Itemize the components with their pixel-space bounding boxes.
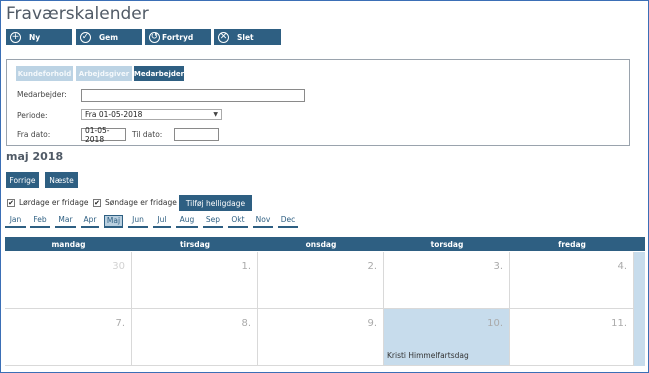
weekday-torsdag: torsdag [430,239,464,249]
add-holidays-button[interactable]: Tilføj helligdage [179,195,252,211]
month-tab-maj[interactable]: Maj [104,215,123,228]
undo-button[interactable]: ↺ Fortryd [145,29,211,45]
sunday-checkbox-label: Søndage er fridage [105,198,177,207]
day-cell[interactable]: 7. [5,309,132,366]
next-button[interactable]: Næste [45,172,78,188]
undo-icon: ↺ [149,31,160,43]
month-tab-nov[interactable]: Nov [253,215,273,228]
check-icon: ✓ [80,31,91,43]
to-date-input[interactable] [174,128,219,141]
day-cell[interactable]: 2. [258,252,384,309]
from-date-label: Fra dato: [17,130,51,139]
weekday-header: mandag tirsdag onsdag torsdag fredag [5,237,645,251]
new-button[interactable]: + Ny [6,29,72,45]
holiday-event: Kristi Himmelfartsdag [387,351,469,360]
checkbox-checked-icon: ✔ [7,198,15,207]
day-number: 30 [112,261,125,272]
day-number: 10. [487,318,503,329]
period-select[interactable]: Fra 01-05-2018 ▼ [81,109,222,120]
to-date-label: Til dato: [132,130,163,139]
period-label: Periode: [17,111,48,120]
employee-input[interactable] [81,89,305,102]
delete-icon: ✕ [218,31,229,43]
plus-icon: + [10,31,21,43]
day-number: 4. [617,261,627,272]
employee-label: Medarbejder: [17,90,67,99]
day-cell[interactable]: 1. [132,252,258,309]
day-cell[interactable]: 30 [5,252,132,309]
day-number: 8. [241,318,251,329]
weekday-mandag: mandag [51,239,86,249]
month-title: maj 2018 [6,150,64,163]
day-cell[interactable]: 9. [258,309,384,366]
day-cell[interactable]: 4. [510,252,634,309]
month-tab-dec[interactable]: Dec [278,215,298,228]
weekday-onsdag: onsdag [305,239,337,249]
month-tab-mar[interactable]: Mar [55,215,76,228]
month-tab-feb[interactable]: Feb [30,215,50,228]
tab-kundeforhold[interactable]: Kundeforhold [16,66,73,81]
month-tab-okt[interactable]: Okt [228,215,248,228]
day-cell-holiday[interactable]: 10. Kristi Himmelfartsdag [384,309,510,366]
month-tab-jan[interactable]: Jan [5,215,26,228]
period-select-value: Fra 01-05-2018 [85,110,143,119]
month-tab-apr[interactable]: Apr [81,215,99,228]
undo-button-label: Fortryd [162,32,194,42]
day-cell[interactable]: 3. [384,252,510,309]
save-button[interactable]: ✓ Gem [76,29,142,45]
weekday-tirsdag: tirsdag [179,239,211,249]
delete-button[interactable]: ✕ Slet [214,29,281,45]
previous-button[interactable]: Forrige [6,172,39,188]
day-number: 3. [493,261,503,272]
sunday-checkbox[interactable]: ✔ Søndage er fridage [93,198,177,207]
weekend-column-strip [634,252,645,366]
checkbox-checked-icon: ✔ [93,198,101,207]
day-number: 11. [611,318,627,329]
month-tab-sep[interactable]: Sep [203,215,223,228]
from-date-input[interactable]: 01-05-2018 [81,126,126,144]
new-button-label: Ny [29,32,41,42]
day-cell[interactable]: 11. [510,309,634,366]
month-tab-aug[interactable]: Aug [176,215,198,228]
day-number: 9. [367,318,377,329]
month-tab-jul[interactable]: Jul [153,215,171,228]
month-tab-jun[interactable]: Jun [128,215,148,228]
saturday-checkbox[interactable]: ✔ Lørdage er fridage [7,198,88,207]
delete-button-label: Slet [237,32,254,42]
day-number: 7. [115,318,125,329]
chevron-down-icon: ▼ [213,111,218,118]
day-number: 2. [367,261,377,272]
save-button-label: Gem [99,32,119,42]
day-number: 1. [241,261,251,272]
saturday-checkbox-label: Lørdage er fridage [19,198,89,207]
day-cell[interactable]: 8. [132,309,258,366]
tab-arbejdsgiver[interactable]: Arbejdsgiver [76,66,132,81]
tab-medarbejder[interactable]: Medarbejder [134,66,184,81]
page-title: Fraværskalender [6,4,149,24]
filter-panel: Kundeforhold Arbejdsgiver Medarbejder Me… [6,59,630,146]
weekday-fredag: fredag [558,239,586,249]
